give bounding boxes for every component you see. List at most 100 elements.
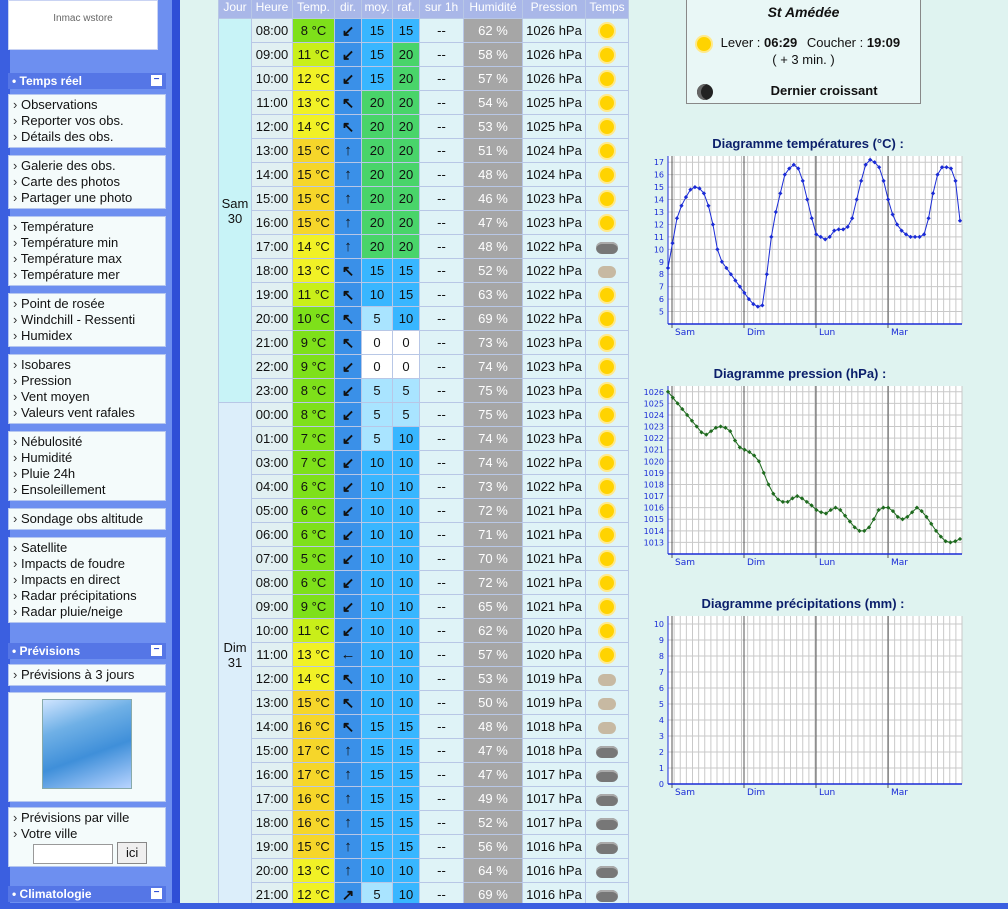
sidebar-link[interactable]: Radar pluie/neige <box>13 604 161 620</box>
sidebar-link[interactable]: Température <box>13 219 161 235</box>
sidebar-link[interactable]: Valeurs vent rafales <box>13 405 161 421</box>
temperature-cell: 14 °C <box>292 666 335 691</box>
wind-gust-cell: 5 <box>392 402 420 427</box>
chart-y-tick-label: 1021 <box>644 446 664 455</box>
sidebar-link[interactable]: Pression <box>13 373 161 389</box>
city-search-input[interactable] <box>33 844 113 864</box>
temperature-cell: 16 °C <box>292 714 335 739</box>
sidebar-link[interactable]: Humidité <box>13 450 161 466</box>
sidebar-link[interactable]: Carte des photos <box>13 174 161 190</box>
chart-y-tick-label: 1025 <box>644 399 664 408</box>
wind-gust-cell: 20 <box>392 42 420 67</box>
wind-gust-cell: 10 <box>392 690 420 715</box>
sidebar-link[interactable]: Impacts de foudre <box>13 556 161 572</box>
sun-icon <box>600 432 614 447</box>
sun-icon <box>600 624 614 639</box>
sidebar-link[interactable]: Température mer <box>13 267 161 283</box>
wind-average-cell: 10 <box>361 570 393 595</box>
temperature-cell: 11 °C <box>292 282 335 307</box>
time-cell: 14:00 <box>251 714 293 739</box>
pressure-cell: 1026 hPa <box>522 66 586 91</box>
humidity-cell: 53 % <box>463 114 523 139</box>
sun-icon <box>600 648 614 663</box>
sidebar-link[interactable]: Pluie 24h <box>13 466 161 482</box>
sidebar-section-header[interactable]: • Prévisions − <box>8 643 166 659</box>
pressure-cell: 1017 hPa <box>522 762 586 787</box>
sidebar-link[interactable]: Point de rosée <box>13 296 161 312</box>
pressure-cell: 1017 hPa <box>522 786 586 811</box>
collapse-icon[interactable]: − <box>151 645 162 656</box>
sidebar-link[interactable]: Détails des obs. <box>13 129 161 145</box>
table-row: 05:00 6 °C ↙ 10 10 -- 72 % 1021 hPa <box>219 498 629 523</box>
wind-gust-cell: 15 <box>392 282 420 307</box>
sidebar-link[interactable]: Ensoleillement <box>13 482 161 498</box>
chart-y-tick-label: 7 <box>659 283 664 292</box>
collapse-icon[interactable]: − <box>151 75 162 86</box>
pressure-cell: 1022 hPa <box>522 258 586 283</box>
pressure-cell: 1020 hPa <box>522 642 586 667</box>
forecast-map-box <box>8 692 166 802</box>
table-row: 07:00 5 °C ↙ 10 10 -- 70 % 1021 hPa <box>219 546 629 571</box>
pressure-cell: 1019 hPa <box>522 666 586 691</box>
sidebar-link[interactable]: Votre ville <box>13 826 161 842</box>
sidebar-link[interactable]: Partager une photo <box>13 190 161 206</box>
city-search-button[interactable]: ici <box>117 842 148 864</box>
sidebar-link[interactable]: Nébulosité <box>13 434 161 450</box>
sun-icon <box>600 384 614 399</box>
sidebar-link[interactable]: Impacts en direct <box>13 572 161 588</box>
rain-1h-cell: -- <box>419 474 464 499</box>
temperature-cell: 6 °C <box>292 474 335 499</box>
sidebar-section-title: • Climatologie <box>12 887 92 901</box>
sidebar-link[interactable]: Prévisions par ville <box>13 810 161 826</box>
chart-y-tick-label: 7 <box>659 668 664 677</box>
sidebar-link[interactable]: Température max <box>13 251 161 267</box>
sun-icon <box>600 336 614 351</box>
wind-gust-cell: 10 <box>392 618 420 643</box>
sidebar-link[interactable]: Vent moyen <box>13 389 161 405</box>
temperature-cell: 8 °C <box>292 18 335 43</box>
time-cell: 15:00 <box>251 186 293 211</box>
time-cell: 10:00 <box>251 66 293 91</box>
sidebar-link[interactable]: Humidex <box>13 328 161 344</box>
wind-direction-cell: ↙ <box>334 522 362 547</box>
wind-average-cell: 10 <box>361 594 393 619</box>
sun-icon <box>600 552 614 567</box>
forecast-map-thumbnail[interactable] <box>42 699 132 789</box>
sidebar-link[interactable]: Galerie des obs. <box>13 158 161 174</box>
wind-direction-cell: ↖ <box>334 714 362 739</box>
sidebar-link[interactable]: Prévisions à 3 jours <box>13 667 161 683</box>
wind-gust-cell: 10 <box>392 450 420 475</box>
weather-cell <box>585 330 629 355</box>
weather-cell <box>585 594 629 619</box>
wind-gust-cell: 10 <box>392 594 420 619</box>
wind-direction-cell: ↙ <box>334 570 362 595</box>
temperature-cell: 13 °C <box>292 642 335 667</box>
sidebar-link[interactable]: Sondage obs altitude <box>13 511 161 527</box>
rain-1h-cell: -- <box>419 330 464 355</box>
sidebar-link[interactable]: Observations <box>13 97 161 113</box>
partner-logo[interactable]: Inmac wstore <box>8 0 158 50</box>
sidebar-link[interactable]: Reporter vos obs. <box>13 113 161 129</box>
time-cell: 07:00 <box>251 546 293 571</box>
pressure-cell: 1018 hPa <box>522 714 586 739</box>
header-sur1h: sur 1h <box>419 0 464 19</box>
wind-direction-cell: ↑ <box>334 162 362 187</box>
chart-y-tick-label: 3 <box>659 732 664 741</box>
rain-1h-cell: -- <box>419 666 464 691</box>
wind-direction-cell: ↖ <box>334 258 362 283</box>
temperature-cell: 7 °C <box>292 450 335 475</box>
wind-gust-cell: 10 <box>392 858 420 883</box>
sidebar-section-header[interactable]: • Temps réel − <box>8 73 166 89</box>
sidebar-link[interactable]: Windchill - Ressenti <box>13 312 161 328</box>
collapse-icon[interactable]: − <box>151 888 162 899</box>
sidebar-section-header[interactable]: • Climatologie − <box>8 886 166 902</box>
weather-cell <box>585 138 629 163</box>
pressure-cell: 1023 hPa <box>522 426 586 451</box>
sidebar-link[interactable]: Radar précipitations <box>13 588 161 604</box>
temperature-cell: 7 °C <box>292 426 335 451</box>
sidebar-link[interactable]: Isobares <box>13 357 161 373</box>
sidebar-link[interactable]: Température min <box>13 235 161 251</box>
humidity-cell: 71 % <box>463 522 523 547</box>
sidebar-link[interactable]: Satellite <box>13 540 161 556</box>
pressure-cell: 1024 hPa <box>522 162 586 187</box>
